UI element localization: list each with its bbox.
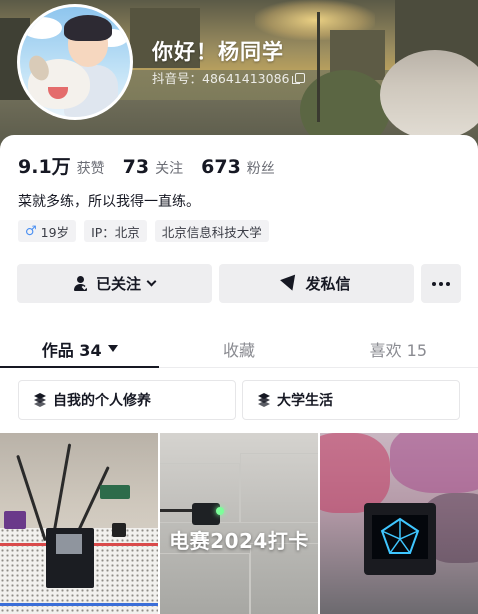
tab-likes[interactable]: 喜欢 15 [319,330,478,367]
avatar-image [20,7,130,117]
stat-likes[interactable]: 9.1万 获赞 [18,152,105,179]
profile-tabs: 作品 34 收藏 喜欢 15 [0,330,478,368]
bio-text: 菜就多练，所以我得一直练。 [18,194,200,210]
more-button[interactable] [421,264,461,303]
collection-label: 大学生活 [277,393,333,409]
douyin-id-row[interactable]: 抖音号：48641413086 [152,68,306,87]
tab-works[interactable]: 作品 34 [0,330,160,368]
collections-row: 自我的个人修养 大学生活 [18,380,460,420]
male-icon: ♂ [25,223,37,239]
video-overlay-text: 电赛2024打卡 [169,529,309,553]
tab-favorites[interactable]: 收藏 [159,330,318,367]
tag-school[interactable]: 北京信息科技大学 [154,220,269,242]
tag-ip: IP：北京 [84,220,147,242]
thumb-rail [0,603,158,606]
thumb-microcontroller [46,528,94,588]
thumb-wire [51,443,72,538]
stat-followers[interactable]: 673 粉丝 [201,156,275,178]
profile-tags: ♂ 19岁 IP：北京 北京信息科技大学 [18,220,269,242]
video-thumbnail[interactable]: 电赛2024打卡 [160,433,318,614]
more-icon [432,281,450,286]
stat-number: 673 [201,156,241,178]
stat-label: 粉丝 [246,161,275,177]
douyin-id: 抖音号：48641413086 [152,71,290,86]
profile-name: 你好！杨同学 [152,40,284,64]
thumb-oled-module [364,503,436,575]
stat-number: 9.1万 [18,156,71,178]
stat-label: 获赞 [76,161,105,177]
stat-following[interactable]: 73 关注 [123,156,183,178]
thumb-oled-graphic [380,517,420,554]
collection-label: 自我的个人修养 [53,393,151,409]
message-label: 发私信 [305,275,351,293]
video-thumbnail[interactable] [0,433,158,614]
thumb-module [100,485,130,499]
following-label: 已关注 [95,275,141,293]
tab-likes-label: 喜欢 15 [369,340,428,360]
thumb-floor-tile [240,453,318,523]
following-button[interactable]: 已关注 [17,264,212,303]
thumb-floor-tile [160,553,250,614]
thumb-module [112,523,126,537]
action-buttons: 已关注 发私信 [17,264,461,303]
chevron-down-icon [146,276,157,287]
tab-works-label: 作品 34 [41,340,102,360]
tag-age-label: 19岁 [40,224,70,240]
banner-street-lamp [317,12,320,122]
collection-personal-cultivation[interactable]: 自我的个人修养 [18,380,236,420]
avatar-cloud [22,17,62,39]
stat-label: 关注 [155,161,184,177]
thumb-sensor [192,503,224,525]
copy-icon[interactable] [292,72,306,84]
tab-favorites-label: 收藏 [222,340,255,360]
collection-college-life[interactable]: 大学生活 [242,380,460,420]
thumb-graffiti [390,433,478,493]
layers-icon [33,393,47,407]
thumb-module [4,511,26,529]
stats-row: 9.1万 获赞 73 关注 673 粉丝 [18,152,275,179]
layers-icon [257,393,271,407]
send-icon [280,274,301,293]
user-check-icon [73,276,90,291]
avatar[interactable] [17,4,133,120]
tag-age: ♂ 19岁 [18,220,77,242]
avatar-boy-hair [64,15,112,41]
message-button[interactable]: 发私信 [219,264,414,303]
video-thumbnail[interactable] [320,433,478,614]
stat-number: 73 [122,156,150,178]
caret-down-icon [107,345,118,352]
video-grid: 电赛2024打卡 [0,433,478,614]
thumb-graffiti [320,433,390,513]
thumb-cable [160,509,194,512]
